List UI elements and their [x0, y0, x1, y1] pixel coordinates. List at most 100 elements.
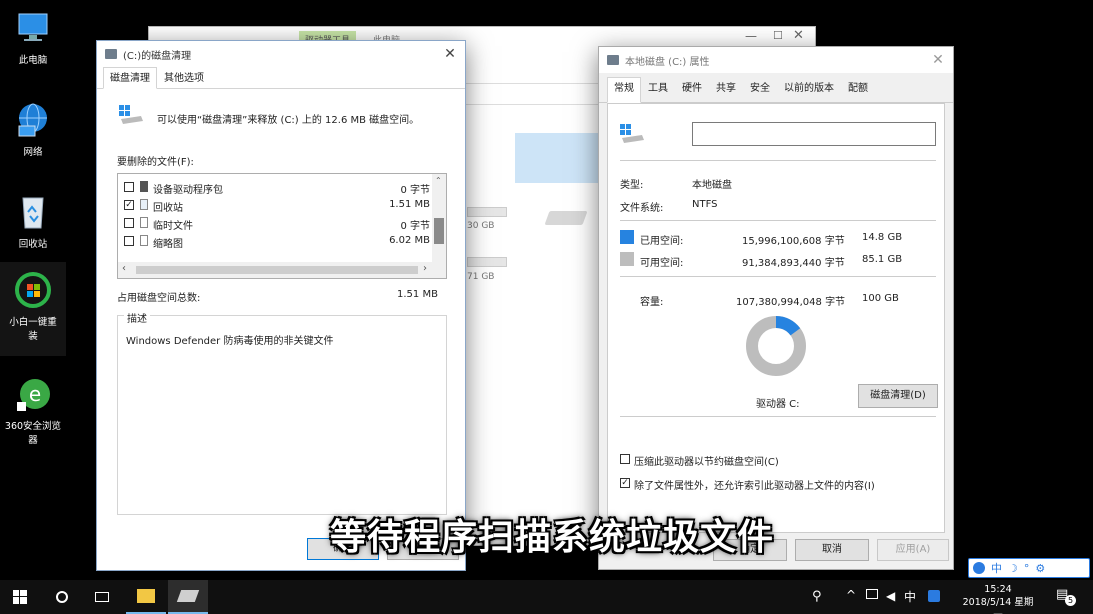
desktop-icon-360-browser[interactable]: e 360安全浏览器	[0, 374, 66, 446]
total-space-value: 1.51 MB	[397, 289, 438, 300]
drive-bar	[467, 257, 507, 267]
360-browser-icon: e	[13, 374, 53, 414]
chevron-right-icon[interactable]: ›	[423, 263, 427, 274]
network-icon[interactable]	[866, 589, 878, 599]
clock-date: 2018/5/14 星期一	[962, 597, 1034, 614]
list-item[interactable]: 设备驱动程序包 0 字节	[122, 179, 430, 196]
desktop-icon-label: 回收站	[18, 239, 48, 250]
network-globe-icon	[13, 100, 53, 140]
desktop-icon-label: 小白一键重装	[9, 317, 57, 342]
maximize-icon[interactable]: ☐	[773, 29, 783, 42]
cortana-circle-icon	[56, 591, 68, 603]
file-name: 回收站	[153, 203, 183, 214]
tab-hardware[interactable]: 硬件	[675, 77, 709, 102]
file-checkbox[interactable]	[124, 218, 134, 228]
close-icon[interactable]: ✕	[793, 28, 804, 43]
cleanup-intro-text: 可以使用“磁盘清理”来释放 (C:) 上的 12.6 MB 磁盘空间。	[157, 115, 420, 126]
desktop-icon-this-pc[interactable]: 此电脑	[0, 8, 66, 66]
window-title: (C:)的磁盘清理	[123, 50, 192, 62]
apply-button[interactable]: 应用(A)	[877, 539, 949, 561]
action-center-icon[interactable]: ▤ 5	[1056, 587, 1076, 606]
divider	[620, 160, 936, 161]
chevron-up-icon[interactable]: ^	[846, 588, 856, 602]
free-space-gb: 85.1 GB	[862, 254, 903, 265]
minimize-icon[interactable]: —	[745, 29, 757, 43]
tab-security[interactable]: 安全	[743, 77, 777, 102]
scroll-thumb[interactable]	[434, 218, 444, 244]
tab-quota[interactable]: 配额	[841, 77, 875, 102]
total-space-label: 占用磁盘空间总数:	[117, 293, 201, 304]
file-checkbox[interactable]	[124, 182, 134, 192]
taskbar-file-explorer[interactable]	[126, 580, 166, 614]
divider	[620, 416, 936, 417]
search-button[interactable]	[42, 580, 82, 614]
desktop-icon-label: 此电脑	[18, 55, 48, 66]
ime-mode-chinese[interactable]: 中	[991, 560, 1002, 576]
svg-text:e: e	[29, 382, 41, 406]
start-button[interactable]	[0, 580, 40, 614]
ime-punctuation-icon[interactable]: °	[1024, 562, 1030, 575]
desktop-icon-xiaobai[interactable]: 小白一键重装	[0, 262, 66, 356]
capacity-label: 容量:	[640, 297, 664, 308]
tab-disk-cleanup[interactable]: 磁盘清理	[103, 67, 157, 89]
file-name: 设备驱动程序包	[153, 185, 223, 196]
recycle-bin-icon	[13, 192, 53, 232]
filesystem-label: 文件系统:	[620, 203, 664, 214]
files-to-delete-label: 要删除的文件(F):	[117, 157, 194, 168]
disk-cleanup-button[interactable]: 磁盘清理(D)	[858, 384, 938, 408]
desktop-icon-network[interactable]: 网络	[0, 100, 66, 158]
tab-more-options[interactable]: 其他选项	[157, 67, 211, 88]
taskbar-disk-cleanup[interactable]	[168, 580, 208, 614]
cancel-button[interactable]: 取消	[795, 539, 869, 561]
divider	[620, 276, 936, 277]
tab-tools[interactable]: 工具	[641, 77, 675, 102]
vertical-scrollbar[interactable]: ⌃	[432, 174, 446, 262]
close-icon[interactable]: ✕	[923, 47, 953, 73]
ime-settings-icon[interactable]: ⚙	[1035, 562, 1045, 575]
type-label: 类型:	[620, 180, 644, 191]
horizontal-scrollbar[interactable]: ‹ ›	[118, 262, 446, 278]
tab-general[interactable]: 常规	[607, 77, 641, 103]
task-view-button[interactable]	[82, 580, 122, 614]
tab-sharing[interactable]: 共享	[709, 77, 743, 102]
ime-moon-icon[interactable]: ☽	[1008, 562, 1018, 575]
general-tab-panel: 类型: 本地磁盘 文件系统: NTFS 已用空间: 15,996,100,608…	[607, 103, 945, 533]
chevron-left-icon[interactable]: ‹	[122, 263, 126, 274]
tab-previous-versions[interactable]: 以前的版本	[777, 77, 841, 102]
desktop-icon-label: 网络	[23, 147, 43, 158]
tray-app-icon[interactable]	[928, 590, 940, 602]
properties-titlebar: 本地磁盘 (C:) 属性 ✕	[599, 47, 953, 73]
h-scroll-thumb[interactable]	[136, 266, 418, 274]
drive-icon	[620, 124, 646, 147]
ime-indicator[interactable]: 中	[904, 588, 916, 605]
close-icon[interactable]: ✕	[435, 41, 465, 67]
desktop-icon-recycle-bin[interactable]: 回收站	[0, 192, 66, 250]
disk-cleanup-title-icon	[105, 49, 117, 59]
list-item[interactable]: 缩略图 6.02 MB	[122, 233, 430, 250]
drive-properties-window[interactable]: 本地磁盘 (C:) 属性 ✕ 常规 工具 硬件 共享 安全 以前的版本 配额 类…	[598, 46, 954, 570]
files-list[interactable]: 设备驱动程序包 0 字节 ✓ 回收站 1.51 MB 临时文件 0 字节 缩略图…	[117, 173, 447, 279]
file-icon	[140, 217, 148, 228]
drive-letter-label: 驱动器 C:	[756, 399, 800, 410]
list-item[interactable]: ✓ 回收站 1.51 MB	[122, 197, 430, 214]
drive-title-icon	[607, 55, 619, 65]
video-subtitle: 等待程序扫描系统垃圾文件	[330, 517, 775, 558]
file-size: 0 字节	[400, 185, 430, 196]
disk-cleanup-window[interactable]: (C:)的磁盘清理 ✕ 磁盘清理 其他选项 可以使用“磁盘清理”来释放 (C:)…	[96, 40, 466, 571]
file-checkbox[interactable]	[124, 236, 134, 246]
capacity-bytes: 107,380,994,048 字节	[736, 297, 846, 308]
compress-label: 压缩此驱动器以节约磁盘空间(C)	[634, 457, 779, 468]
clock[interactable]: 15:24 2018/5/14 星期一	[958, 583, 1038, 614]
index-checkbox-checked[interactable]: ✓	[620, 478, 630, 488]
volume-icon[interactable]: ◀	[886, 589, 895, 603]
chevron-up-icon[interactable]: ⌃	[435, 176, 442, 185]
list-item[interactable]: 临时文件 0 字节	[122, 215, 430, 232]
file-size: 1.51 MB	[389, 199, 430, 210]
people-icon[interactable]: ⚲	[812, 589, 822, 604]
drive-name-input[interactable]	[692, 122, 936, 146]
description-text: Windows Defender 防病毒使用的非关键文件	[126, 336, 334, 347]
compress-checkbox[interactable]	[620, 454, 630, 464]
ime-toolbar[interactable]: 中 ☽ ° ⚙	[968, 558, 1090, 578]
drive-c-tile-selected[interactable]	[515, 133, 601, 183]
file-checkbox-checked[interactable]: ✓	[124, 200, 134, 210]
